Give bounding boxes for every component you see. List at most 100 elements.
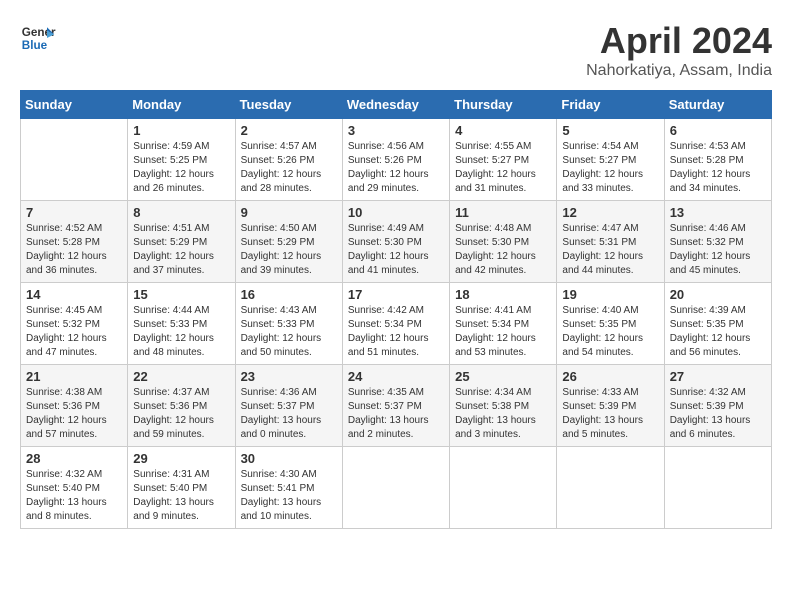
day-number: 3 xyxy=(348,123,444,138)
calendar-day-cell xyxy=(450,447,557,529)
calendar-table: SundayMondayTuesdayWednesdayThursdayFrid… xyxy=(20,90,772,529)
day-info: Sunrise: 4:53 AM Sunset: 5:28 PM Dayligh… xyxy=(670,140,766,196)
day-number: 24 xyxy=(348,369,444,384)
logo: General Blue xyxy=(20,20,56,56)
calendar-week-row: 28 Sunrise: 4:32 AM Sunset: 5:40 PM Dayli… xyxy=(21,447,772,529)
day-info: Sunrise: 4:57 AM Sunset: 5:26 PM Dayligh… xyxy=(241,140,337,196)
calendar-body: 1 Sunrise: 4:59 AM Sunset: 5:25 PM Daylig… xyxy=(21,119,772,529)
day-number: 5 xyxy=(562,123,658,138)
calendar-day-cell: 29 Sunrise: 4:31 AM Sunset: 5:40 PM Dayli… xyxy=(128,447,235,529)
day-info: Sunrise: 4:59 AM Sunset: 5:25 PM Dayligh… xyxy=(133,140,229,196)
day-number: 25 xyxy=(455,369,551,384)
day-info: Sunrise: 4:31 AM Sunset: 5:40 PM Dayligh… xyxy=(133,468,229,524)
day-number: 29 xyxy=(133,451,229,466)
calendar-day-cell: 16 Sunrise: 4:43 AM Sunset: 5:33 PM Dayli… xyxy=(235,283,342,365)
day-number: 6 xyxy=(670,123,766,138)
day-number: 16 xyxy=(241,287,337,302)
day-number: 13 xyxy=(670,205,766,220)
day-number: 14 xyxy=(26,287,122,302)
calendar-day-cell: 6 Sunrise: 4:53 AM Sunset: 5:28 PM Daylig… xyxy=(664,119,771,201)
calendar-day-cell: 5 Sunrise: 4:54 AM Sunset: 5:27 PM Daylig… xyxy=(557,119,664,201)
day-info: Sunrise: 4:32 AM Sunset: 5:40 PM Dayligh… xyxy=(26,468,122,524)
weekday-header-cell: Saturday xyxy=(664,91,771,119)
calendar-day-cell: 1 Sunrise: 4:59 AM Sunset: 5:25 PM Daylig… xyxy=(128,119,235,201)
day-number: 10 xyxy=(348,205,444,220)
day-number: 1 xyxy=(133,123,229,138)
calendar-day-cell: 9 Sunrise: 4:50 AM Sunset: 5:29 PM Daylig… xyxy=(235,201,342,283)
day-info: Sunrise: 4:44 AM Sunset: 5:33 PM Dayligh… xyxy=(133,304,229,360)
calendar-day-cell: 23 Sunrise: 4:36 AM Sunset: 5:37 PM Dayli… xyxy=(235,365,342,447)
day-number: 21 xyxy=(26,369,122,384)
calendar-day-cell: 12Sunrise: 4:47 AM Sunset: 5:31 PM Dayli… xyxy=(557,201,664,283)
weekday-header-row: SundayMondayTuesdayWednesdayThursdayFrid… xyxy=(21,91,772,119)
day-info: Sunrise: 4:33 AM Sunset: 5:39 PM Dayligh… xyxy=(562,386,658,442)
day-number: 11 xyxy=(455,205,551,220)
day-info: Sunrise: 4:48 AM Sunset: 5:30 PM Dayligh… xyxy=(455,222,551,278)
day-number: 18 xyxy=(455,287,551,302)
day-number: 9 xyxy=(241,205,337,220)
weekday-header-cell: Sunday xyxy=(21,91,128,119)
calendar-day-cell: 25 Sunrise: 4:34 AM Sunset: 5:38 PM Dayli… xyxy=(450,365,557,447)
day-number: 28 xyxy=(26,451,122,466)
title-block: April 2024 Nahorkatiya, Assam, India xyxy=(586,20,772,80)
day-info: Sunrise: 4:38 AM Sunset: 5:36 PM Dayligh… xyxy=(26,386,122,442)
calendar-day-cell: 18 Sunrise: 4:41 AM Sunset: 5:34 PM Dayli… xyxy=(450,283,557,365)
calendar-week-row: 14Sunrise: 4:45 AM Sunset: 5:32 PM Dayli… xyxy=(21,283,772,365)
day-number: 8 xyxy=(133,205,229,220)
calendar-day-cell: 20 Sunrise: 4:39 AM Sunset: 5:35 PM Dayli… xyxy=(664,283,771,365)
calendar-day-cell: 19 Sunrise: 4:40 AM Sunset: 5:35 PM Dayli… xyxy=(557,283,664,365)
calendar-day-cell: 10 Sunrise: 4:49 AM Sunset: 5:30 PM Dayli… xyxy=(342,201,449,283)
page-header: General Blue April 2024 Nahorkatiya, Ass… xyxy=(20,20,772,80)
day-info: Sunrise: 4:51 AM Sunset: 5:29 PM Dayligh… xyxy=(133,222,229,278)
day-info: Sunrise: 4:52 AM Sunset: 5:28 PM Dayligh… xyxy=(26,222,122,278)
day-number: 27 xyxy=(670,369,766,384)
day-info: Sunrise: 4:54 AM Sunset: 5:27 PM Dayligh… xyxy=(562,140,658,196)
day-info: Sunrise: 4:39 AM Sunset: 5:35 PM Dayligh… xyxy=(670,304,766,360)
day-info: Sunrise: 4:35 AM Sunset: 5:37 PM Dayligh… xyxy=(348,386,444,442)
day-info: Sunrise: 4:34 AM Sunset: 5:38 PM Dayligh… xyxy=(455,386,551,442)
month-title: April 2024 xyxy=(586,20,772,62)
day-info: Sunrise: 4:41 AM Sunset: 5:34 PM Dayligh… xyxy=(455,304,551,360)
day-info: Sunrise: 4:36 AM Sunset: 5:37 PM Dayligh… xyxy=(241,386,337,442)
day-number: 22 xyxy=(133,369,229,384)
day-number: 19 xyxy=(562,287,658,302)
calendar-week-row: 7Sunrise: 4:52 AM Sunset: 5:28 PM Daylig… xyxy=(21,201,772,283)
calendar-day-cell: 13Sunrise: 4:46 AM Sunset: 5:32 PM Dayli… xyxy=(664,201,771,283)
calendar-day-cell: 11 Sunrise: 4:48 AM Sunset: 5:30 PM Dayli… xyxy=(450,201,557,283)
day-info: Sunrise: 4:37 AM Sunset: 5:36 PM Dayligh… xyxy=(133,386,229,442)
day-info: Sunrise: 4:50 AM Sunset: 5:29 PM Dayligh… xyxy=(241,222,337,278)
logo-icon: General Blue xyxy=(20,20,56,56)
day-info: Sunrise: 4:30 AM Sunset: 5:41 PM Dayligh… xyxy=(241,468,337,524)
day-number: 20 xyxy=(670,287,766,302)
calendar-day-cell xyxy=(342,447,449,529)
calendar-day-cell: 14Sunrise: 4:45 AM Sunset: 5:32 PM Dayli… xyxy=(21,283,128,365)
day-info: Sunrise: 4:40 AM Sunset: 5:35 PM Dayligh… xyxy=(562,304,658,360)
day-number: 15 xyxy=(133,287,229,302)
calendar-day-cell: 22 Sunrise: 4:37 AM Sunset: 5:36 PM Dayli… xyxy=(128,365,235,447)
day-info: Sunrise: 4:43 AM Sunset: 5:33 PM Dayligh… xyxy=(241,304,337,360)
calendar-week-row: 21 Sunrise: 4:38 AM Sunset: 5:36 PM Dayli… xyxy=(21,365,772,447)
day-info: Sunrise: 4:55 AM Sunset: 5:27 PM Dayligh… xyxy=(455,140,551,196)
calendar-day-cell: 21 Sunrise: 4:38 AM Sunset: 5:36 PM Dayli… xyxy=(21,365,128,447)
svg-text:Blue: Blue xyxy=(22,39,48,52)
calendar-day-cell xyxy=(664,447,771,529)
day-info: Sunrise: 4:49 AM Sunset: 5:30 PM Dayligh… xyxy=(348,222,444,278)
calendar-day-cell xyxy=(21,119,128,201)
weekday-header-cell: Monday xyxy=(128,91,235,119)
calendar-day-cell: 26Sunrise: 4:33 AM Sunset: 5:39 PM Dayli… xyxy=(557,365,664,447)
calendar-day-cell: 17 Sunrise: 4:42 AM Sunset: 5:34 PM Dayli… xyxy=(342,283,449,365)
calendar-day-cell: 2Sunrise: 4:57 AM Sunset: 5:26 PM Daylig… xyxy=(235,119,342,201)
day-number: 23 xyxy=(241,369,337,384)
calendar-day-cell xyxy=(557,447,664,529)
calendar-day-cell: 3 Sunrise: 4:56 AM Sunset: 5:26 PM Daylig… xyxy=(342,119,449,201)
day-info: Sunrise: 4:56 AM Sunset: 5:26 PM Dayligh… xyxy=(348,140,444,196)
day-number: 12 xyxy=(562,205,658,220)
calendar-day-cell: 15 Sunrise: 4:44 AM Sunset: 5:33 PM Dayli… xyxy=(128,283,235,365)
weekday-header-cell: Friday xyxy=(557,91,664,119)
location-subtitle: Nahorkatiya, Assam, India xyxy=(586,62,772,80)
day-info: Sunrise: 4:32 AM Sunset: 5:39 PM Dayligh… xyxy=(670,386,766,442)
day-info: Sunrise: 4:42 AM Sunset: 5:34 PM Dayligh… xyxy=(348,304,444,360)
day-number: 30 xyxy=(241,451,337,466)
day-number: 17 xyxy=(348,287,444,302)
calendar-day-cell: 4Sunrise: 4:55 AM Sunset: 5:27 PM Daylig… xyxy=(450,119,557,201)
